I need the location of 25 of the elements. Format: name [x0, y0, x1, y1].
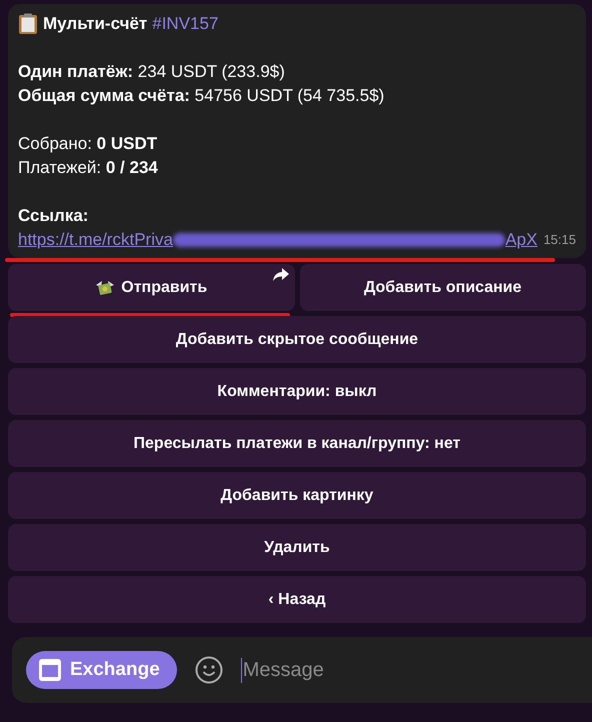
app-window-icon [39, 659, 61, 681]
emoji-icon[interactable] [194, 656, 223, 684]
message-time: 15:15 [543, 231, 576, 249]
message-line: Собрано: 0 USDT [18, 133, 158, 155]
exchange-button[interactable]: Exchange [26, 651, 177, 689]
keyboard-button[interactable]: Добавить скрытое сообщение [8, 316, 586, 363]
clipboard-icon [18, 13, 38, 35]
keyboard-button[interactable]: Добавить описание [300, 264, 586, 311]
invoice-link[interactable]: ApX [505, 228, 538, 252]
message-title: Мульти-счёт [43, 13, 148, 35]
keyboard-button[interactable]: Удалить [8, 524, 586, 571]
keyboard-button[interactable]: Отправить [8, 264, 294, 311]
keyboard-button[interactable]: Комментарии: выкл [8, 368, 586, 415]
keyboard-button[interactable]: ‹ Назад [8, 576, 586, 623]
keyboard-button[interactable]: Добавить картинку [8, 472, 586, 519]
message-line: Общая сумма счёта: 54756 USDT (54 735.5$) [18, 85, 386, 107]
message-line: Один платёж: 234 USDT (233.9$) [18, 61, 286, 83]
flying-money-icon [95, 278, 116, 296]
share-arrow-icon [272, 268, 288, 281]
message-line: Ссылка: [18, 205, 90, 227]
hashtag-link[interactable]: #INV157 [152, 12, 218, 36]
invoice-link[interactable]: https://t.me/rcktPriva [18, 228, 173, 252]
keyboard-button[interactable]: Пересылать платежи в канал/группу: нет [8, 420, 586, 467]
message-line: Платежей: 0 / 234 [18, 157, 159, 179]
message-input[interactable]: Message [240, 658, 578, 682]
